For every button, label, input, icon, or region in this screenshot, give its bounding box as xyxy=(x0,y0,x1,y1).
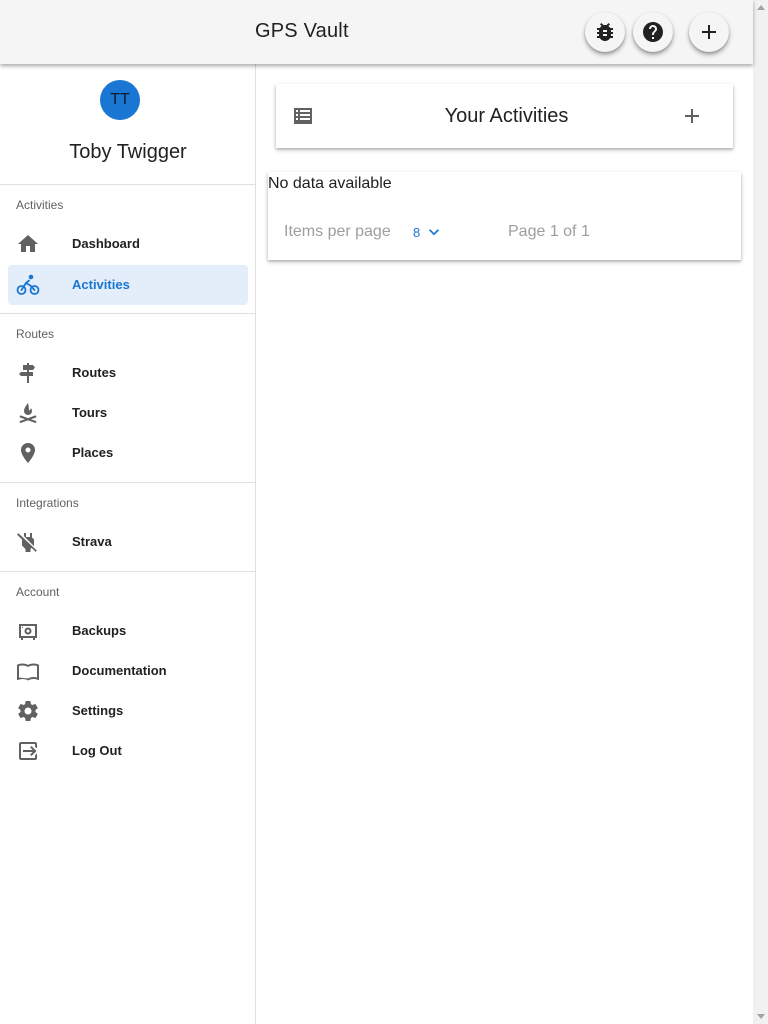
section-title-routes: Routes xyxy=(16,327,55,341)
main-content: Your Activities No data available Items … xyxy=(256,64,753,1024)
page-info: Page 1 of 1 xyxy=(508,223,590,240)
sidebar-item-backups[interactable]: Backups xyxy=(8,611,248,651)
sidebar-item-places[interactable]: Places xyxy=(8,433,248,473)
sidebar-item-label: Tours xyxy=(72,405,108,420)
app-title: GPS Vault xyxy=(255,20,349,42)
sidebar-item-label: Activities xyxy=(72,277,130,292)
help-icon xyxy=(643,22,663,42)
divider xyxy=(0,184,256,185)
app-bar: GPS Vault xyxy=(0,0,753,64)
items-per-page-value: 8 xyxy=(413,224,421,240)
plus-icon xyxy=(702,25,716,39)
sidebar-item-strava[interactable]: Strava xyxy=(8,522,248,562)
user-name: Toby Twigger xyxy=(69,141,187,163)
help-button[interactable] xyxy=(633,12,673,52)
divider xyxy=(0,571,256,572)
sidebar-item-label: Settings xyxy=(72,703,124,718)
bug-report-button[interactable] xyxy=(585,12,625,52)
sidebar: TT Toby Twigger Activities Dashboard Act… xyxy=(0,64,256,1024)
add-button[interactable] xyxy=(689,12,729,52)
scroll-up-arrow[interactable] xyxy=(757,5,765,10)
campfire-icon xyxy=(16,401,40,425)
items-per-page-label: Items per page xyxy=(284,223,391,240)
bug-icon xyxy=(597,23,613,41)
sidebar-item-tours[interactable]: Tours xyxy=(8,393,248,433)
avatar[interactable]: TT xyxy=(100,80,140,120)
power-plug-off-icon xyxy=(16,530,40,554)
home-icon xyxy=(16,232,40,256)
gear-icon xyxy=(16,699,40,723)
sidebar-item-dashboard[interactable]: Dashboard xyxy=(8,224,248,264)
sidebar-item-label: Places xyxy=(72,445,114,460)
activities-toolbar: Your Activities xyxy=(276,84,733,148)
scroll-down-arrow[interactable] xyxy=(757,1014,765,1019)
page-scrollbar[interactable] xyxy=(753,0,768,1024)
empty-state-text: No data available xyxy=(268,175,392,192)
section-title-integrations: Integrations xyxy=(16,496,79,510)
safe-icon xyxy=(16,619,40,643)
add-activity-button[interactable] xyxy=(680,104,704,128)
sidebar-item-label: Log Out xyxy=(72,743,122,758)
signpost-icon xyxy=(16,361,40,385)
sidebar-item-documentation[interactable]: Documentation xyxy=(8,651,248,691)
sidebar-item-activities[interactable]: Activities xyxy=(8,265,248,305)
sidebar-item-settings[interactable]: Settings xyxy=(8,691,248,731)
divider xyxy=(0,313,256,314)
sidebar-item-log-out[interactable]: Log Out xyxy=(8,731,248,771)
book-open-icon xyxy=(16,659,40,683)
sidebar-item-label: Documentation xyxy=(72,663,167,678)
avatar-initials: TT xyxy=(110,91,130,108)
page-title: Your Activities xyxy=(444,105,569,127)
chevron-down-icon xyxy=(429,229,440,236)
section-title-activities: Activities xyxy=(16,198,64,212)
sidebar-item-label: Strava xyxy=(72,534,112,549)
logout-icon xyxy=(16,739,40,763)
bike-icon xyxy=(16,273,40,297)
sidebar-item-label: Dashboard xyxy=(72,236,140,251)
sidebar-item-label: Routes xyxy=(72,365,117,380)
items-per-page-select[interactable]: 8 xyxy=(413,220,453,244)
sidebar-item-routes[interactable]: Routes xyxy=(8,353,248,393)
activities-table: No data available Items per page 8 Page … xyxy=(268,172,741,260)
plus-icon xyxy=(685,109,699,123)
sidebar-item-label: Backups xyxy=(72,623,127,638)
map-marker-icon xyxy=(16,441,40,465)
divider xyxy=(0,482,256,483)
section-title-account: Account xyxy=(16,585,60,599)
